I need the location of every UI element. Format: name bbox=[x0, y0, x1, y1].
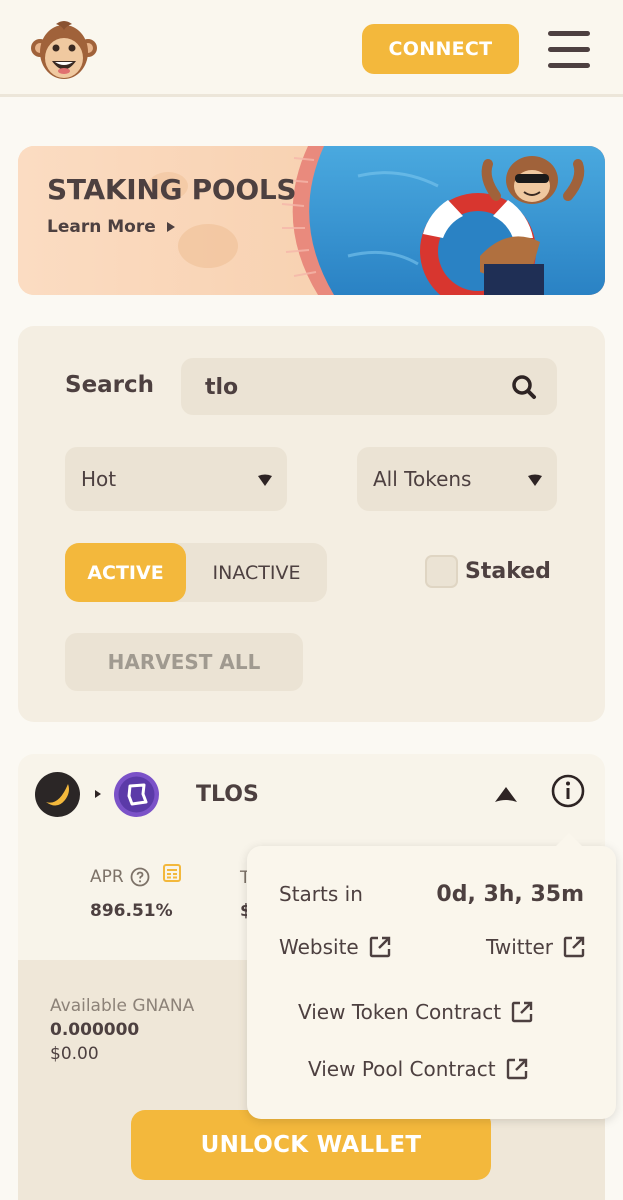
arrow-right-icon bbox=[95, 790, 101, 798]
apr-label-row: APR bbox=[90, 864, 182, 887]
banana-token-icon bbox=[35, 772, 80, 817]
info-icon[interactable] bbox=[551, 774, 585, 808]
website-link-label: Website bbox=[279, 935, 359, 959]
twitter-link-label: Twitter bbox=[485, 935, 553, 959]
pool-name: TLOS bbox=[196, 782, 259, 807]
search-input[interactable] bbox=[205, 370, 495, 404]
help-circle-icon[interactable] bbox=[130, 867, 150, 887]
starts-in-label: Starts in bbox=[279, 882, 363, 906]
sort-select-value: Hot bbox=[81, 467, 117, 491]
website-link[interactable]: Website bbox=[279, 935, 392, 959]
connect-button[interactable]: CONNECT bbox=[362, 24, 519, 74]
pool-filter-panel: Search Hot All Tokens ACTIVE INACTIVE St… bbox=[18, 326, 605, 722]
external-link-icon bbox=[369, 936, 390, 958]
collapse-caret-icon[interactable] bbox=[493, 784, 519, 804]
search-icon[interactable] bbox=[511, 374, 537, 400]
available-gnana-amount: 0.000000 bbox=[50, 1020, 140, 1040]
view-token-contract-label: View Token Contract bbox=[298, 1000, 502, 1024]
search-box[interactable] bbox=[181, 358, 557, 415]
inactive-toggle-button[interactable]: INACTIVE bbox=[186, 543, 327, 602]
banner-title: STAKING POOLS bbox=[47, 173, 297, 206]
external-link-icon bbox=[506, 1058, 527, 1080]
calculator-icon[interactable] bbox=[162, 863, 182, 883]
chevron-down-icon bbox=[528, 474, 542, 486]
top-header: CONNECT bbox=[0, 0, 623, 97]
starts-in-value: 0d, 3h, 35m bbox=[436, 882, 584, 907]
active-inactive-toggle: ACTIVE INACTIVE bbox=[65, 543, 327, 602]
hamburger-menu-icon[interactable] bbox=[548, 31, 590, 69]
tooltip-arrow bbox=[555, 833, 583, 847]
learn-more-label: Learn More bbox=[47, 217, 156, 237]
harvest-all-button[interactable]: HARVEST ALL bbox=[65, 633, 303, 691]
view-pool-contract-label: View Pool Contract bbox=[308, 1057, 496, 1081]
sort-select[interactable]: Hot bbox=[65, 447, 287, 511]
view-pool-contract-link[interactable]: View Pool Contract bbox=[308, 1057, 529, 1081]
apr-value: 896.51% bbox=[90, 901, 173, 921]
monkey-logo-icon[interactable] bbox=[30, 18, 98, 84]
external-link-icon bbox=[563, 936, 585, 958]
available-gnana-label: Available GNANA bbox=[50, 996, 195, 1016]
external-link-icon bbox=[511, 1001, 533, 1023]
search-label: Search bbox=[65, 372, 155, 398]
twitter-link[interactable]: Twitter bbox=[486, 935, 586, 959]
apr-label: APR bbox=[90, 867, 124, 887]
staked-label: Staked bbox=[465, 559, 551, 584]
pool-info-tooltip: Starts in 0d, 3h, 35m Website Twitter Vi… bbox=[247, 833, 616, 1119]
tokens-select[interactable]: All Tokens bbox=[357, 447, 557, 511]
available-gnana-usd: $0.00 bbox=[50, 1044, 99, 1064]
staking-pools-banner: STAKING POOLS Learn More bbox=[18, 146, 605, 295]
play-arrow-icon bbox=[166, 222, 175, 232]
unlock-wallet-button[interactable]: UNLOCK WALLET bbox=[131, 1110, 491, 1180]
tokens-select-value: All Tokens bbox=[373, 467, 472, 491]
active-toggle-button[interactable]: ACTIVE bbox=[65, 543, 186, 602]
view-token-contract-link[interactable]: View Token Contract bbox=[298, 1000, 534, 1024]
telos-token-icon bbox=[114, 772, 159, 817]
chevron-down-icon bbox=[258, 474, 272, 486]
learn-more-link[interactable]: Learn More bbox=[47, 217, 176, 237]
staked-checkbox[interactable] bbox=[425, 555, 458, 588]
